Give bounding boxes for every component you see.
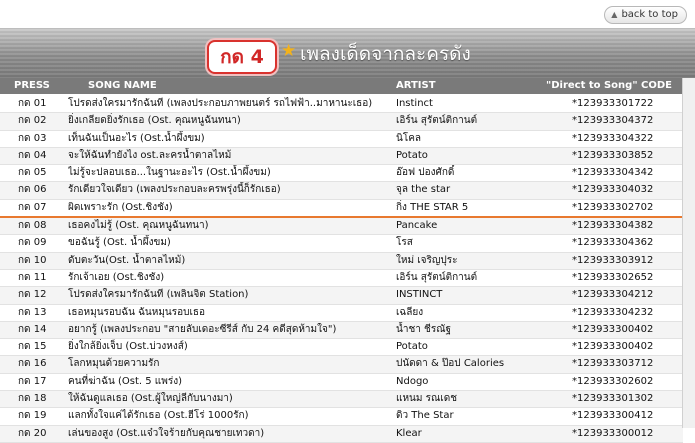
artist-cell: ใหม่ เจริญปุระ — [396, 254, 458, 266]
code-cell: *123933300402 — [572, 341, 654, 353]
code-cell: *123933303852 — [572, 149, 654, 161]
table-row[interactable]: กด 11 รักเจ้าเอย (Ost.ชิงชัง) เอิร์น สุรัต… — [0, 270, 683, 288]
artist-cell: นิโคล — [396, 132, 422, 144]
song-name-cell: รักเจ้าเอย (Ost.ชิงชัง) — [68, 271, 165, 283]
song-name-cell: ยิ่งเกลียดยิ่งรักเธอ (Ost. คุณหนูฉันทนา) — [68, 115, 241, 127]
code-cell: *123933304382 — [572, 220, 654, 232]
song-name-cell: ดับตะวัน(Ost. น้ำตาลไหม้) — [68, 254, 186, 266]
code-cell: *123933300402 — [572, 323, 654, 335]
code-cell: *123933301302 — [572, 393, 654, 405]
banner-title: เพลงเด็ดจากละครดัง — [300, 43, 471, 65]
top-bar: ▲ back to top — [0, 0, 695, 28]
code-cell: *123933304362 — [572, 237, 654, 249]
header-press: PRESS — [14, 80, 50, 91]
category-banner: กด 4 ★ เพลงเด็ดจากละครดัง — [0, 28, 695, 79]
artist-cell: จุล the star — [396, 184, 451, 196]
song-name-cell: โลกหมุนด้วยความรัก — [68, 358, 160, 370]
code-cell: *123933300012 — [572, 427, 654, 439]
table-row[interactable]: กด 09 ขอฉันรู้ (Ost. น้ำผึ้งขม) โรส *123933… — [0, 235, 683, 253]
table-row[interactable]: กด 16 โลกหมุนด้วยความรัก ปนัดดา & ป๊อป Cal… — [0, 356, 683, 374]
table-row[interactable]: กด 03 เท็นฉันเป็นอะไร (Ost.น้ำผึ้งขม) นิโค… — [0, 131, 683, 148]
table-row[interactable]: กด 19 แลกทั้งใจแค่ได้รักเธอ (Ost.ฮีโร่ 10… — [0, 408, 683, 426]
table-row[interactable]: กด 15 ยิ่งใกล้ยิ่งเจ็บ (Ost.บ่วงหงส์) Pota… — [0, 339, 683, 357]
up-arrow-icon: ▲ — [611, 10, 618, 19]
header-artist: ARTIST — [396, 80, 436, 91]
artist-cell: เอิร์น สุรัตน์ติกานต์ — [396, 271, 478, 283]
code-cell: *123933302652 — [572, 271, 654, 283]
table-row[interactable]: กด 14 อยากรู้ (เพลงประกอบ "สายลับเดอะซีรี… — [0, 321, 683, 340]
table-row[interactable]: กด 17 คนที่ฆ่าฉัน (Ost. 5 แพร่ง) Ndogo *123… — [0, 374, 683, 392]
song-name-cell: คนที่ฆ่าฉัน (Ost. 5 แพร่ง) — [68, 375, 182, 387]
scrollbar[interactable] — [682, 78, 695, 428]
code-cell: *123933301722 — [572, 98, 654, 109]
artist-cell: Klear — [396, 427, 422, 439]
table-row[interactable]: กด 13 เธอหมุนรอบฉัน ฉันหมุนรอบเธอ เฉลียง *1… — [0, 305, 683, 322]
header-song-name: SONG NAME — [88, 80, 157, 91]
table-row[interactable]: กด 18 ให้ฉันดูแลเธอ (Ost.ผู้ใหญ่ลีกับนางม… — [0, 391, 683, 409]
code-cell: *123933304212 — [572, 289, 654, 301]
code-cell: *123933303912 — [572, 254, 654, 266]
song-name-cell: เธอคงไม่รู้ (Ost. คุณหนูฉันทนา) — [68, 220, 209, 232]
song-name-cell: ขอฉันรู้ (Ost. น้ำผึ้งขม) — [68, 237, 171, 249]
code-cell: *123933303712 — [572, 358, 654, 370]
song-name-cell: ยิ่งใกล้ยิ่งเจ็บ (Ost.บ่วงหงส์) — [68, 341, 188, 353]
star-icon: ★ — [281, 41, 297, 61]
artist-cell: Potato — [396, 341, 428, 353]
table-header: PRESS SONG NAME ARTIST "Direct to Song" … — [0, 78, 695, 94]
artist-cell: เอิร์น สุรัตน์ติกานต์ — [396, 115, 478, 127]
song-name-cell: อยากรู้ (เพลงประกอบ "สายลับเดอะซีรีส์ กั… — [68, 323, 337, 335]
back-to-top-label: back to top — [621, 9, 678, 20]
table-row[interactable]: กด 10 ดับตะวัน(Ost. น้ำตาลไหม้) ใหม่ เจริญ… — [0, 252, 683, 270]
song-name-cell: รักเดียวใจเดียว (เพลงประกอบละครพรุ่งนี้ก… — [68, 184, 281, 196]
artist-cell: Ndogo — [396, 375, 429, 387]
artist-cell: Pancake — [396, 220, 438, 232]
header-code: "Direct to Song" CODE — [546, 80, 672, 91]
table-row[interactable]: กด 04 จะให้ฉันทำยังไง ost.ละครน้ำตาลไหม้ P… — [0, 147, 683, 166]
table-row[interactable]: กด 08 เธอคงไม่รู้ (Ost. คุณหนูฉันทนา) Panc… — [0, 218, 683, 236]
song-name-cell: แลกทั้งใจแค่ได้รักเธอ (Ost.ฮีโร่ 1000รัก… — [68, 410, 249, 422]
song-name-cell: ผิดเพราะรัก (Ost.ชิงชัง) — [68, 201, 173, 213]
song-list: กด 01 โปรดส่งใครมารักฉันที (เพลงประกอบภาพ… — [0, 96, 683, 443]
code-cell: *123933302602 — [572, 375, 654, 387]
artist-cell: Potato — [396, 149, 428, 161]
table-row[interactable]: กด 02 ยิ่งเกลียดยิ่งรักเธอ (Ost. คุณหนูฉั… — [0, 113, 683, 131]
table-row[interactable]: กด 12 โปรดส่งใครมารักฉันที (เพลินจิต Stat… — [0, 287, 683, 305]
artist-cell: INSTINCT — [396, 289, 443, 301]
artist-cell: อ๊อฟ ปองศักดิ์ — [396, 167, 455, 179]
song-name-cell: ให้ฉันดูแลเธอ (Ost.ผู้ใหญ่ลีกับนางมา) — [68, 393, 233, 405]
artist-cell: แหนม รณเดช — [396, 393, 457, 405]
song-name-cell: โปรดส่งใครมารักฉันที (เพลินจิต Station) — [68, 289, 249, 301]
song-name-cell: จะให้ฉันทำยังไง ost.ละครน้ำตาลไหม้ — [68, 149, 232, 161]
table-row[interactable]: กด 05 ไม่รู้จะปลอบเธอ...ในฐานะอะไร (Ost.น… — [0, 165, 683, 183]
table-row[interactable]: กด 01 โปรดส่งใครมารักฉันที (เพลงประกอบภาพ… — [0, 96, 683, 114]
code-cell: *123933304032 — [572, 184, 654, 196]
code-cell: *123933300412 — [572, 410, 654, 422]
artist-cell: เฉลียง — [396, 306, 424, 318]
press-badge: กด 4 — [207, 40, 277, 74]
song-name-cell: เธอหมุนรอบฉัน ฉันหมุนรอบเธอ — [68, 306, 206, 318]
song-name-cell: เล่นของสูง (Ost.แจ๋วใจร้ายกับคุณชายเทวดา… — [68, 427, 265, 439]
artist-cell: โรส — [396, 237, 413, 249]
artist-cell: กิ่ง THE STAR 5 — [396, 201, 469, 213]
code-cell: *123933304342 — [572, 167, 654, 179]
song-name-cell: โปรดส่งใครมารักฉันที (เพลงประกอบภาพยนตร์… — [68, 98, 373, 109]
table-row[interactable]: กด 20 เล่นของสูง (Ost.แจ๋วใจร้ายกับคุณชาย… — [0, 425, 683, 443]
artist-cell: ปนัดดา & ป๊อป Calories — [396, 358, 505, 370]
code-cell: *123933302702 — [572, 201, 654, 213]
song-name-cell: เท็นฉันเป็นอะไร (Ost.น้ำผึ้งขม) — [68, 132, 205, 144]
back-to-top-button[interactable]: ▲ back to top — [604, 6, 687, 24]
artist-cell: ดิว The Star — [396, 410, 454, 422]
code-cell: *123933304322 — [572, 132, 654, 144]
table-row[interactable]: กด 06 รักเดียวใจเดียว (เพลงประกอบละครพรุ่… — [0, 182, 683, 200]
artist-cell: น้ำชา ชีรณัฐ — [396, 323, 451, 335]
song-name-cell: ไม่รู้จะปลอบเธอ...ในฐานะอะไร (Ost.น้ำผึ้… — [68, 167, 271, 179]
artist-cell: Instinct — [396, 98, 433, 109]
code-cell: *123933304372 — [572, 115, 654, 127]
table-row[interactable]: กด 07 ผิดเพราะรัก (Ost.ชิงชัง) กิ่ง THE ST… — [0, 200, 683, 219]
code-cell: *123933304232 — [572, 306, 654, 318]
